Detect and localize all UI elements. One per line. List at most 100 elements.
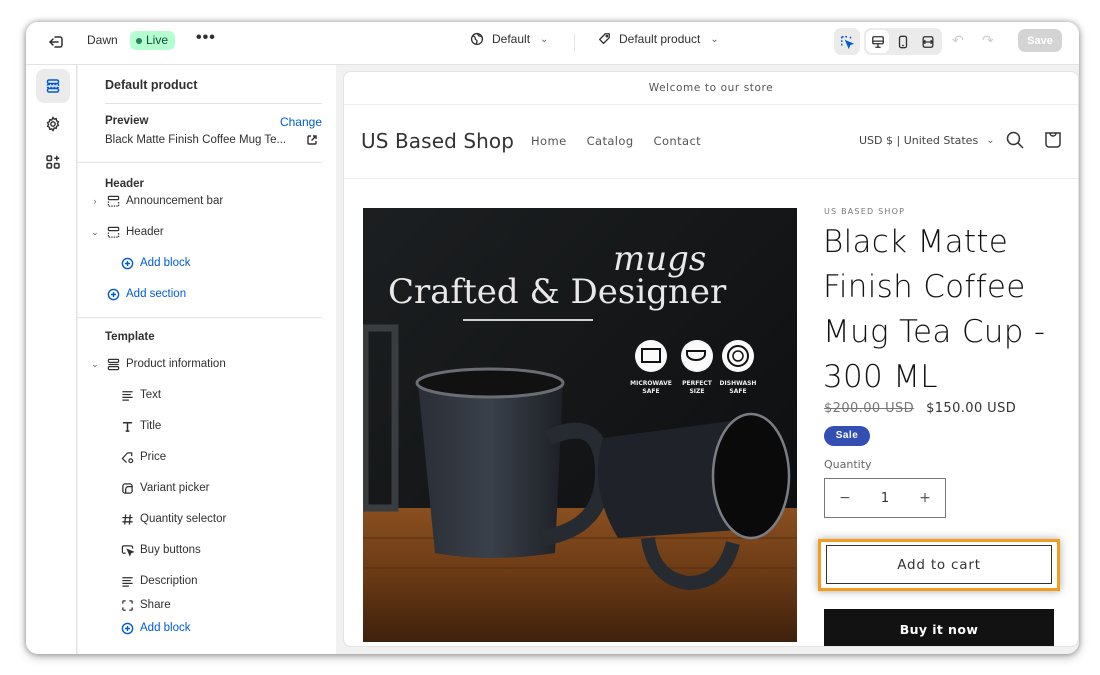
preview-label: Preview	[105, 115, 149, 127]
tree-item-label: Announcement bar	[126, 195, 224, 207]
desktop-icon	[871, 35, 884, 48]
rail-apps-button[interactable]	[36, 145, 70, 179]
tree-item-announcement-bar[interactable]: › Announcement bar	[90, 194, 224, 208]
plus-circle-icon	[120, 256, 134, 270]
chevron-down-icon: ⌄	[986, 135, 995, 146]
compare-at-price: $200.00 USD	[824, 401, 915, 416]
store-nav: Home Catalog Contact	[531, 134, 701, 148]
block-item-price[interactable]: Price	[120, 450, 166, 464]
tree-item-label: Product information	[126, 358, 226, 370]
rail-sections-button[interactable]	[36, 69, 70, 103]
add-block-button[interactable]: Add block	[120, 256, 191, 270]
add-to-cart-button[interactable]: Add to cart	[826, 545, 1052, 584]
save-button[interactable]: Save	[1018, 29, 1062, 52]
share-frame-icon	[120, 598, 134, 612]
quantity-input[interactable]: 1	[881, 491, 889, 506]
block-item-description[interactable]: Description	[120, 574, 198, 588]
svg-text:MICROWAVE: MICROWAVE	[630, 380, 672, 387]
add-section-label: Add section	[126, 288, 187, 300]
chevron-down-icon[interactable]: ⌄	[90, 227, 100, 238]
rail-settings-button[interactable]	[36, 107, 70, 141]
live-dot-icon	[136, 37, 142, 44]
storefront-preview: Welcome to our store US Based Shop Home …	[343, 71, 1079, 647]
section-icon	[106, 194, 120, 208]
more-actions-button[interactable]: •••	[196, 29, 216, 47]
add-block-label: Add block	[140, 257, 191, 269]
chevron-right-icon[interactable]: ›	[90, 196, 100, 206]
block-item-label: Variant picker	[140, 482, 210, 494]
currency-label: USD $ | United States	[859, 134, 979, 147]
add-block-button[interactable]: Add block	[120, 621, 191, 635]
variant-icon	[120, 481, 134, 495]
search-icon[interactable]	[1005, 130, 1025, 150]
redo-button[interactable]: ↷	[982, 32, 998, 48]
theme-name: Dawn	[87, 33, 118, 47]
chevron-down-icon[interactable]: ⌄	[90, 359, 100, 370]
tree-item-header[interactable]: ⌄ Header	[90, 225, 164, 239]
svg-text:SIZE: SIZE	[689, 388, 704, 395]
announcement-bar[interactable]: Welcome to our store	[344, 72, 1078, 105]
theme-editor-window: Dawn Live ••• Default ⌄ Default product …	[26, 22, 1079, 654]
block-item-text[interactable]: Text	[120, 388, 161, 402]
quantity-decrease-button[interactable]: −	[835, 490, 855, 506]
store-header: US Based Shop Home Catalog Contact USD $…	[344, 105, 1078, 179]
block-item-variant-picker[interactable]: Variant picker	[120, 481, 209, 495]
add-block-label: Add block	[140, 622, 191, 634]
svg-text:PERFECT: PERFECT	[682, 380, 713, 387]
device-switcher	[864, 28, 942, 55]
nav-catalog-link[interactable]: Catalog	[587, 134, 634, 148]
text-lines-icon	[120, 388, 134, 402]
title-t-icon	[120, 419, 134, 433]
add-section-button[interactable]: Add section	[106, 287, 186, 301]
desktop-view-button[interactable]	[866, 30, 890, 53]
currency-selector[interactable]: USD $ | United States ⌄	[859, 134, 995, 147]
template-selector-label: Default product	[619, 32, 701, 46]
product-image[interactable]: Crafted & Designer mugs MICROWAVE SAFE P…	[363, 208, 797, 642]
globe-icon	[470, 32, 484, 46]
sale-price: $150.00 USD	[926, 401, 1017, 416]
block-item-buy-buttons[interactable]: Buy buttons	[120, 543, 201, 557]
quantity-stepper: − 1 +	[824, 478, 946, 518]
sale-badge: Sale	[824, 426, 870, 446]
nav-home-link[interactable]: Home	[531, 134, 567, 148]
nav-contact-link[interactable]: Contact	[654, 134, 702, 148]
sections-sidebar: Default product Preview Change Black Mat…	[78, 65, 336, 654]
quantity-label: Quantity	[824, 458, 872, 471]
product-vendor: US BASED SHOP	[824, 207, 906, 216]
undo-button[interactable]: ↶	[952, 32, 968, 48]
theme-selector-label: Default	[492, 32, 531, 46]
block-item-label: Description	[140, 575, 198, 587]
select-cursor-icon	[841, 35, 854, 49]
editor-rail	[26, 65, 77, 654]
divider	[574, 34, 575, 52]
product-title: Black Matte Finish Coffee Mug Tea Cup - …	[823, 224, 1046, 395]
cart-icon[interactable]	[1043, 129, 1063, 149]
block-item-label: Share	[140, 599, 171, 611]
theme-selector[interactable]: Default ⌄	[470, 32, 548, 46]
buy-it-now-button[interactable]: Buy it now	[824, 609, 1054, 646]
store-logo[interactable]: US Based Shop	[361, 129, 514, 153]
fullwidth-icon	[922, 35, 934, 48]
external-link-icon[interactable]	[306, 134, 318, 146]
plus-circle-icon	[120, 621, 134, 635]
exit-icon[interactable]	[46, 32, 66, 52]
block-item-quantity-selector[interactable]: Quantity selector	[120, 512, 226, 526]
tree-item-product-information[interactable]: ⌄ Product information	[90, 357, 226, 371]
preview-product-name: Black Matte Finish Coffee Mug Te...	[105, 134, 287, 146]
svg-text:SAFE: SAFE	[642, 388, 659, 395]
divider	[78, 162, 322, 163]
template-selector[interactable]: Default product ⌄	[597, 32, 719, 46]
divider	[105, 103, 322, 104]
block-item-title[interactable]: Title	[120, 419, 161, 433]
quantity-increase-button[interactable]: +	[915, 490, 935, 506]
block-item-label: Text	[140, 389, 162, 401]
mobile-icon	[898, 35, 908, 48]
price-tag-icon	[120, 450, 134, 464]
mobile-view-button[interactable]	[891, 30, 914, 53]
inspector-toggle-button[interactable]	[834, 28, 860, 55]
cursor-button-icon	[120, 543, 134, 557]
change-preview-link[interactable]: Change	[280, 115, 322, 129]
fullwidth-view-button[interactable]	[917, 30, 940, 53]
block-item-label: Price	[140, 451, 167, 463]
block-item-share[interactable]: Share	[120, 598, 171, 612]
